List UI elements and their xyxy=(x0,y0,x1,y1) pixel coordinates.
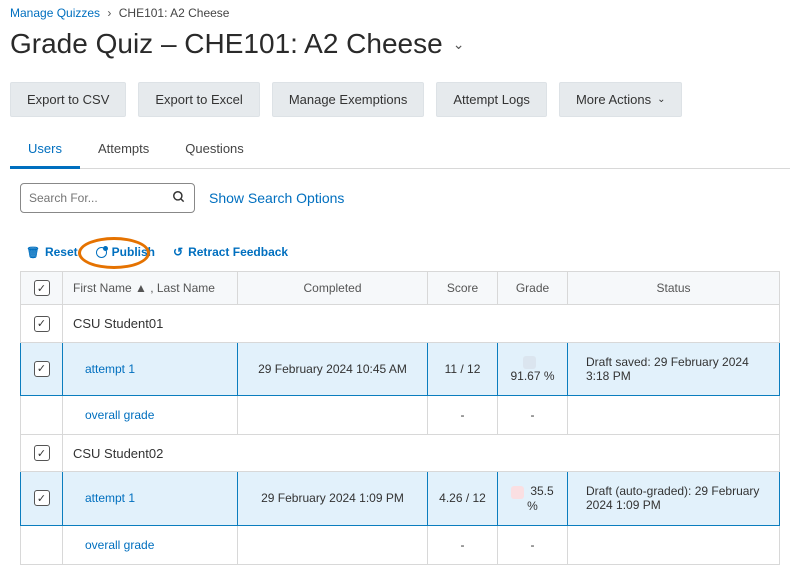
tabs: Users Attempts Questions xyxy=(10,131,790,169)
attempt-grade: 35.5 % xyxy=(498,472,568,525)
show-search-options-link[interactable]: Show Search Options xyxy=(209,190,344,206)
attempt-completed: 29 February 2024 10:45 AM xyxy=(238,342,428,395)
reset-label: Reset xyxy=(45,245,78,259)
select-all-checkbox[interactable] xyxy=(34,280,50,296)
attempt-row: attempt 1 29 February 2024 1:09 PM 4.26 … xyxy=(21,472,780,525)
student-group-row: CSU Student01 xyxy=(21,305,780,343)
reset-button[interactable]: Reset xyxy=(26,245,78,259)
search-box[interactable] xyxy=(20,183,195,213)
export-excel-button[interactable]: Export to Excel xyxy=(138,82,259,117)
retract-label: Retract Feedback xyxy=(188,245,288,259)
more-actions-button[interactable]: More Actions ⌄ xyxy=(559,82,683,117)
overall-score: - xyxy=(498,525,568,564)
attempt-link[interactable]: attempt 1 xyxy=(63,472,238,525)
attempt-completed: 29 February 2024 1:09 PM xyxy=(238,472,428,525)
student-name: CSU Student01 xyxy=(63,305,780,343)
publish-button[interactable]: Publish xyxy=(96,245,155,259)
search-input[interactable] xyxy=(29,191,172,205)
breadcrumb: Manage Quizzes › CHE101: A2 Cheese xyxy=(0,0,800,22)
attempt-status: Draft saved: 29 February 2024 3:18 PM xyxy=(568,342,780,395)
student-group-row: CSU Student02 xyxy=(21,434,780,472)
overall-score: - xyxy=(498,395,568,434)
publish-label: Publish xyxy=(112,245,155,259)
col-checkbox xyxy=(21,272,63,305)
chevron-down-icon[interactable]: ⌄ xyxy=(453,36,465,53)
trash-icon xyxy=(26,245,40,259)
attempt-link[interactable]: attempt 1 xyxy=(63,342,238,395)
action-row: Reset Publish Retract Feedback xyxy=(0,223,800,271)
retract-icon xyxy=(173,245,183,259)
more-actions-label: More Actions xyxy=(576,92,651,107)
attempt-checkbox[interactable] xyxy=(34,490,50,506)
tab-users[interactable]: Users xyxy=(10,131,80,169)
search-row: Show Search Options xyxy=(0,169,800,223)
breadcrumb-separator: › xyxy=(103,6,115,20)
export-csv-button[interactable]: Export to CSV xyxy=(10,82,126,117)
toolbar: Export to CSV Export to Excel Manage Exe… xyxy=(0,78,800,131)
attempt-status: Draft (auto-graded): 29 February 2024 1:… xyxy=(568,472,780,525)
page-title: Grade Quiz – CHE101: A2 Cheese ⌄ xyxy=(0,22,800,78)
attempt-row: attempt 1 29 February 2024 10:45 AM 11 /… xyxy=(21,342,780,395)
page-title-text: Grade Quiz – CHE101: A2 Cheese xyxy=(10,28,443,60)
grade-indicator-icon xyxy=(511,486,524,499)
attempt-score: 11 / 12 xyxy=(428,342,498,395)
student-checkbox[interactable] xyxy=(34,316,50,332)
chevron-down-icon: ⌄ xyxy=(657,94,665,105)
breadcrumb-current: CHE101: A2 Cheese xyxy=(119,6,230,20)
retract-feedback-button[interactable]: Retract Feedback xyxy=(173,245,288,259)
overall-grade-link[interactable]: overall grade xyxy=(63,395,238,434)
attempt-grade: 91.67 % xyxy=(498,342,568,395)
student-name: CSU Student02 xyxy=(63,434,780,472)
tab-questions[interactable]: Questions xyxy=(167,131,262,168)
col-status: Status xyxy=(568,272,780,305)
search-icon[interactable] xyxy=(172,190,186,207)
attempt-checkbox[interactable] xyxy=(34,361,50,377)
attempt-score: 4.26 / 12 xyxy=(428,472,498,525)
col-name[interactable]: First Name ▲ , Last Name xyxy=(63,272,238,305)
publish-icon xyxy=(96,247,107,258)
overall-completed: - xyxy=(428,395,498,434)
student-checkbox[interactable] xyxy=(34,445,50,461)
overall-row: overall grade - - xyxy=(21,525,780,564)
col-completed: Completed xyxy=(238,272,428,305)
manage-exemptions-button[interactable]: Manage Exemptions xyxy=(272,82,425,117)
overall-row: overall grade - - xyxy=(21,395,780,434)
breadcrumb-root-link[interactable]: Manage Quizzes xyxy=(10,6,100,20)
overall-grade-link[interactable]: overall grade xyxy=(63,525,238,564)
attempt-logs-button[interactable]: Attempt Logs xyxy=(436,82,547,117)
col-score: Score xyxy=(428,272,498,305)
grade-indicator-icon xyxy=(523,356,536,369)
overall-completed: - xyxy=(428,525,498,564)
tab-attempts[interactable]: Attempts xyxy=(80,131,167,168)
grades-table: First Name ▲ , Last Name Completed Score… xyxy=(20,271,780,565)
col-grade: Grade xyxy=(498,272,568,305)
